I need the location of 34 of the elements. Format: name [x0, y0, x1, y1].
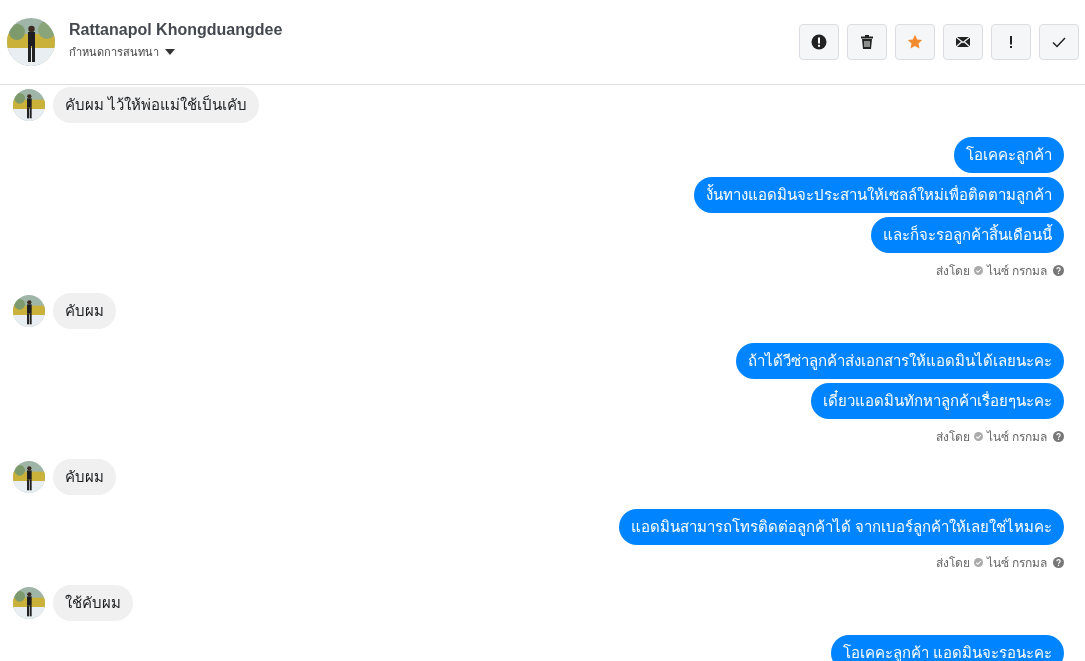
sender-name: ไนซ์ กรกมล: [986, 428, 1047, 446]
check-circle-icon: [973, 431, 983, 441]
contact-name: Rattanapol Khongduangdee: [69, 21, 283, 39]
trash-button[interactable]: [847, 24, 887, 60]
star-button[interactable]: [895, 24, 935, 60]
mail-button[interactable]: [943, 24, 983, 60]
message-bubble: คับผม: [53, 293, 116, 329]
message-bubble: และก็จะรอลูกค้าสิ้นเดือนนี้: [871, 217, 1064, 253]
sender-name: ไนซ์ กรกมล: [986, 554, 1047, 572]
sent-by-label: ส่งโดย: [935, 428, 970, 446]
check-circle-icon: [973, 557, 983, 567]
help-icon[interactable]: [1053, 430, 1064, 442]
message-bubble: คับผม ไว้ให้พ่อแม่ใช้เป็นเคับ: [53, 87, 260, 123]
help-icon[interactable]: [1053, 556, 1064, 568]
sent-by-label: ส่งโดย: [935, 262, 970, 280]
message-bubble: งั้นทางแอดมินจะประสานให้เซลล์ใหม่เพื่อติดตามลูกค้า: [694, 177, 1064, 213]
message-bubble: เดี๋ยวแอดมินทักหาลูกค้าเรื่อยๆนะคะ: [811, 383, 1064, 419]
message-bubble: คับผม: [53, 459, 116, 495]
check-button[interactable]: [1039, 24, 1079, 60]
mail-icon: [955, 34, 971, 50]
trash-icon: [859, 34, 875, 50]
sender-name: ไนซ์ กรกมล: [986, 262, 1047, 280]
check-circle-icon: [973, 265, 983, 275]
message-bubble: ใช้คับผม: [53, 585, 133, 621]
message-bubble: โอเคคะลูกค้า: [954, 137, 1064, 173]
conversation-settings-dropdown[interactable]: กำหนดการสนทนา: [69, 43, 283, 61]
message-bubble: แอดมินสามารถโทรติดต่อลูกค้าได้ จากเบอร์ลูกค้าให้เลยใช่ไหมคะ: [618, 509, 1064, 545]
caret-icon: [165, 49, 175, 55]
message-bubble: ถ้าได้วีซ่าลูกค้าส่งเอกสารให้แอดมินได้เลยนะคะ: [736, 343, 1064, 379]
message-bubble: โอเคคะลูกค้า แอดมินจะรอนะคะ: [830, 635, 1064, 661]
sent-by-label: ส่งโดย: [935, 554, 970, 572]
alert-button[interactable]: [799, 24, 839, 60]
help-icon[interactable]: [1053, 264, 1064, 276]
alert-icon: [811, 34, 827, 50]
